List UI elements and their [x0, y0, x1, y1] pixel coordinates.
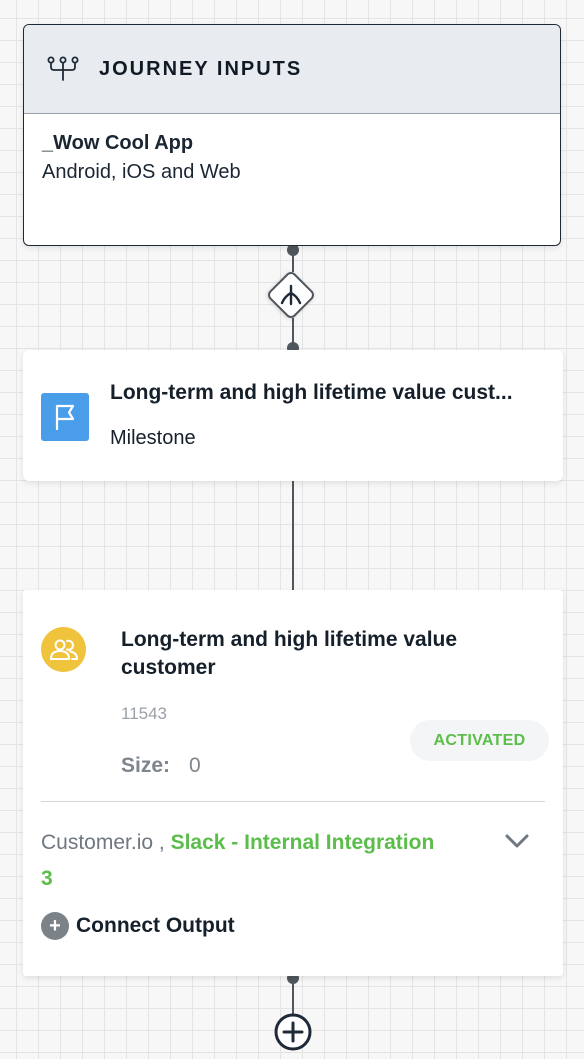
segment-size-label: Size:	[121, 754, 171, 777]
app-platforms: Android, iOS and Web	[42, 161, 241, 183]
connect-output-label: Connect Output	[76, 914, 235, 937]
add-step-button[interactable]	[273, 1012, 313, 1052]
outputs-list: Customer.io , Slack - Internal Integrati…	[41, 825, 511, 897]
journey-inputs-header: JOURNEY INPUTS	[24, 25, 560, 114]
divider	[41, 801, 545, 802]
segment-id: 11543	[121, 704, 168, 723]
output-customerio[interactable]: Customer.io	[41, 831, 153, 854]
journey-inputs-card[interactable]: JOURNEY INPUTS _Wow Cool App Android, iO…	[23, 24, 561, 246]
journey-inputs-title: JOURNEY INPUTS	[99, 57, 303, 80]
connector-line	[292, 481, 294, 590]
output-slack[interactable]: Slack - Internal Integration	[171, 831, 435, 854]
flag-icon	[41, 393, 89, 441]
segment-title: Long-term and high lifetime value custom…	[121, 628, 458, 679]
segment-card[interactable]: Long-term and high lifetime value custom…	[23, 590, 563, 976]
plus-icon: +	[41, 912, 69, 940]
app-name: _Wow Cool App	[42, 132, 194, 154]
milestone-title: Long-term and high lifetime value cust..…	[110, 381, 513, 404]
milestone-type: Milestone	[110, 427, 196, 449]
branch-inputs-icon	[47, 56, 79, 81]
split-node[interactable]	[265, 269, 317, 321]
users-icon	[41, 627, 86, 672]
segment-size-value: 0	[189, 754, 201, 777]
journey-inputs-body: _Wow Cool App Android, iOS and Web	[24, 114, 560, 202]
milestone-card[interactable]: Long-term and high lifetime value cust..…	[23, 350, 563, 481]
split-icon	[280, 284, 302, 306]
status-badge: ACTIVATED	[410, 720, 549, 761]
connect-output-button[interactable]: + Connect Output	[41, 912, 235, 940]
chevron-down-icon[interactable]	[504, 832, 530, 850]
output-more-count: 3	[41, 867, 53, 890]
output-separator: ,	[153, 831, 165, 854]
